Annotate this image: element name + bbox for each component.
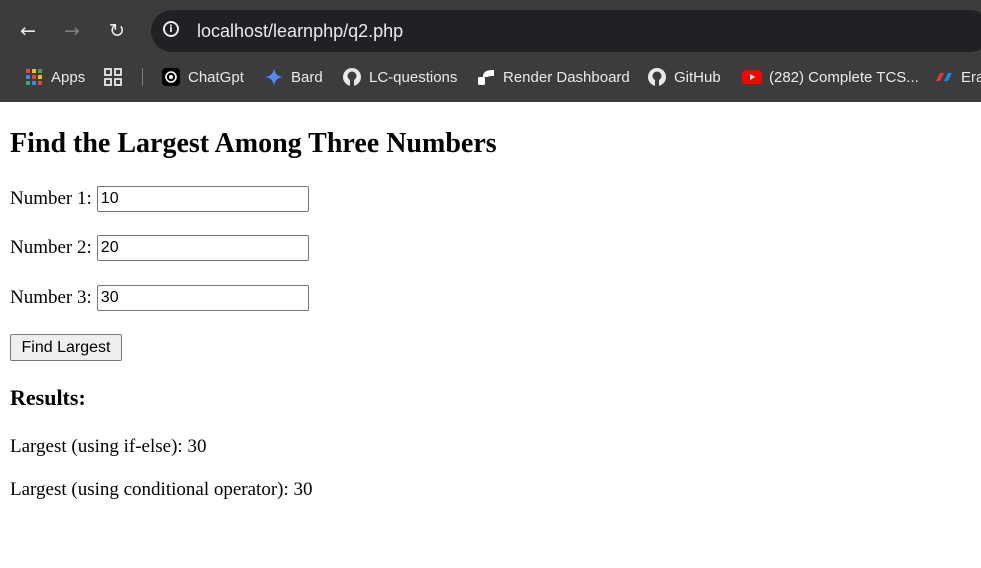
number-2-label: Number 2: (10, 237, 92, 258)
github-icon (647, 67, 667, 87)
bookmarks-separator (142, 68, 143, 86)
bookmark-label: Apps (51, 68, 86, 86)
bookmark-label: Bard (291, 68, 323, 86)
apps-grid-icon (24, 67, 44, 87)
render-icon (476, 67, 496, 87)
bookmark-youtube[interactable]: (282) Complete TCS... (742, 64, 919, 90)
bookmark-github[interactable]: GitHub (647, 64, 721, 90)
era-icon (934, 67, 954, 87)
reload-button[interactable]: ↻ (102, 16, 132, 46)
bookmark-apps[interactable]: Apps (24, 64, 85, 90)
bookmark-era[interactable]: Era (934, 64, 981, 90)
result-if-else: Largest (using if-else): 30 (10, 436, 207, 457)
number-2-input[interactable] (96, 235, 309, 261)
number-3-row: Number 3: (10, 285, 309, 311)
number-3-input[interactable] (96, 285, 309, 311)
number-2-row: Number 2: (10, 235, 309, 261)
number-1-row: Number 1: (10, 186, 309, 212)
bookmark-label: GitHub (674, 68, 721, 86)
bookmark-tab-groups[interactable] (103, 64, 130, 90)
number-1-label: Number 1: (10, 188, 92, 209)
back-button[interactable]: ← (13, 16, 43, 46)
bookmark-label: Era (961, 68, 981, 86)
reload-icon: ↻ (109, 20, 125, 42)
bookmark-lc-questions[interactable]: LC-questions (342, 64, 457, 90)
chatgpt-icon (161, 67, 181, 87)
forward-button[interactable]: → (57, 16, 87, 46)
address-bar[interactable]: i localhost/learnphp/q2.php (151, 10, 981, 52)
youtube-icon (742, 67, 762, 87)
github-icon (342, 67, 362, 87)
bookmark-bard[interactable]: Bard (264, 64, 323, 90)
results-heading: Results: (10, 385, 86, 410)
bookmark-label: LC-questions (369, 68, 458, 86)
number-1-input[interactable] (96, 186, 309, 212)
bookmark-chatgpt[interactable]: ChatGpt (161, 64, 244, 90)
page-title: Find the Largest Among Three Numbers (10, 128, 497, 159)
browser-chrome: ← → ↻ i localhost/learnphp/q2.php Apps C… (0, 0, 981, 102)
url-text[interactable]: localhost/learnphp/q2.php (197, 20, 403, 42)
tab-groups-icon (103, 67, 123, 87)
bookmark-render-dashboard[interactable]: Render Dashboard (476, 64, 630, 90)
result-conditional-operator: Largest (using conditional operator): 30 (10, 479, 313, 500)
site-info-icon[interactable]: i (163, 21, 179, 37)
bookmark-label: (282) Complete TCS... (769, 68, 919, 86)
arrow-left-icon: ← (20, 20, 36, 42)
bookmarks-bar: Apps ChatGpt Bard LC-questions Render Da… (0, 64, 981, 90)
number-3-label: Number 3: (10, 287, 92, 308)
browser-toolbar: ← → ↻ i localhost/learnphp/q2.php (0, 8, 981, 54)
bookmark-label: Render Dashboard (503, 68, 630, 86)
bookmark-label: ChatGpt (188, 68, 244, 86)
arrow-right-icon: → (64, 20, 80, 42)
find-largest-button[interactable]: Find Largest (10, 334, 122, 361)
bard-sparkle-icon (264, 67, 284, 87)
